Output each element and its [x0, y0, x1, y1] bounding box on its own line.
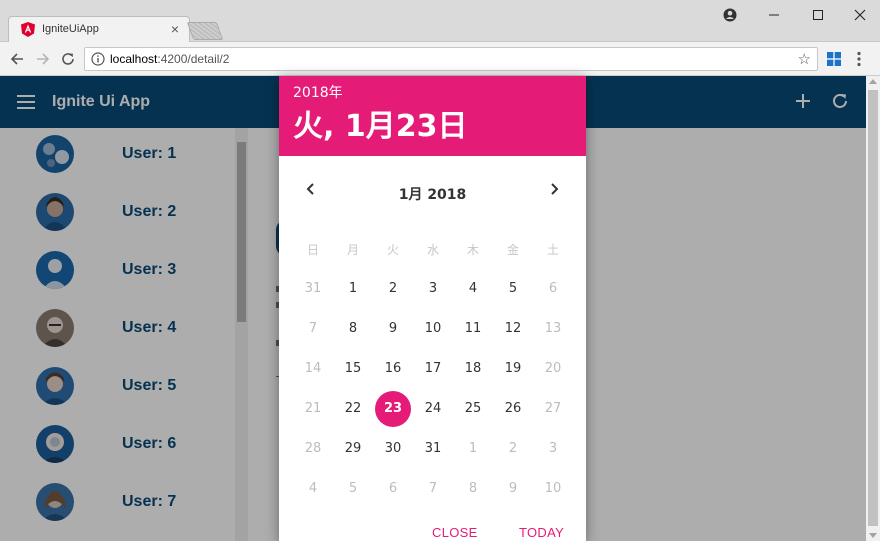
- reload-icon: [62, 53, 74, 65]
- calendar-day[interactable]: 3: [535, 431, 571, 467]
- new-tab-button[interactable]: [186, 22, 224, 40]
- tab-title: IgniteUiApp: [42, 23, 99, 35]
- calendar-day[interactable]: 17: [415, 351, 451, 387]
- calendar-day[interactable]: 4: [295, 471, 331, 507]
- calendar-day[interactable]: 31: [415, 431, 451, 467]
- calendar-day[interactable]: 27: [535, 391, 571, 427]
- calendar-day[interactable]: 14: [295, 351, 331, 387]
- date-picker-dialog: 2018年 火, 1月23日 1月 2018 日 月 火 水 木 金 土 31 1…: [279, 76, 586, 541]
- maximize-icon: [813, 10, 823, 20]
- windows-extension-icon[interactable]: [827, 52, 841, 66]
- maximize-button[interactable]: [796, 0, 840, 30]
- scroll-down-icon[interactable]: [869, 533, 877, 538]
- calendar-day[interactable]: 12: [495, 311, 531, 347]
- calendar-day[interactable]: 3: [415, 271, 451, 307]
- browser-toolbar: localhost:4200/detail/2 ☆: [0, 42, 880, 76]
- calendar-day[interactable]: 30: [375, 431, 411, 467]
- url-path: :4200/detail/2: [157, 52, 230, 66]
- calendar-day[interactable]: 1: [335, 271, 371, 307]
- date-picker-header: 2018年 火, 1月23日: [279, 76, 586, 156]
- calendar-day[interactable]: 16: [375, 351, 411, 387]
- title-bar: IgniteUiApp ×: [0, 0, 880, 43]
- forward-button[interactable]: [32, 48, 54, 70]
- calendar-day[interactable]: 7: [295, 311, 331, 347]
- page-scrollbar[interactable]: [866, 76, 880, 541]
- arrow-left-icon: [10, 53, 23, 65]
- back-button[interactable]: [6, 48, 28, 70]
- calendar-day[interactable]: 7: [415, 471, 451, 507]
- calendar-day[interactable]: 21: [295, 391, 331, 427]
- weekday-label: 火: [386, 243, 399, 257]
- calendar-day[interactable]: 24: [415, 391, 451, 427]
- reload-button[interactable]: [57, 48, 79, 70]
- weekday-label: 水: [426, 243, 439, 257]
- angular-icon: [21, 22, 35, 37]
- scroll-up-icon[interactable]: [869, 79, 877, 84]
- browser-tab[interactable]: IgniteUiApp ×: [8, 16, 190, 43]
- weekday-label: 土: [546, 243, 559, 257]
- window-close-button[interactable]: [838, 0, 880, 30]
- calendar-day[interactable]: 5: [335, 471, 371, 507]
- minimize-icon: [769, 14, 779, 16]
- calendar-day[interactable]: 10: [415, 311, 451, 347]
- arrow-right-icon: [37, 53, 50, 65]
- picker-selected-date: 火, 1月23日: [293, 109, 468, 144]
- close-icon: [854, 9, 866, 21]
- calendar-day[interactable]: 28: [295, 431, 331, 467]
- profile-icon[interactable]: [708, 0, 752, 30]
- calendar-day[interactable]: 8: [335, 311, 371, 347]
- calendar-day[interactable]: 9: [375, 311, 411, 347]
- tab-close-icon[interactable]: ×: [171, 21, 179, 37]
- url-text: localhost:4200/detail/2: [110, 52, 229, 66]
- calendar-day[interactable]: 25: [455, 391, 491, 427]
- weekday-label: 日: [306, 243, 319, 257]
- calendar-day[interactable]: 6: [375, 471, 411, 507]
- calendar-day[interactable]: 29: [335, 431, 371, 467]
- menu-dots-icon[interactable]: [856, 51, 862, 67]
- month-label[interactable]: 1月 2018: [279, 184, 586, 204]
- page-scroll-thumb[interactable]: [868, 90, 878, 526]
- calendar-day[interactable]: 1: [455, 431, 491, 467]
- today-button[interactable]: TODAY: [519, 525, 564, 540]
- weekday-label: 月: [346, 243, 359, 257]
- calendar-day[interactable]: 2: [375, 271, 411, 307]
- calendar-day[interactable]: 9: [495, 471, 531, 507]
- url-host: localhost: [110, 52, 158, 66]
- browser-window: IgniteUiApp × localhost:4200/detail/2 ☆ …: [0, 0, 880, 541]
- calendar-day[interactable]: 13: [535, 311, 571, 347]
- calendar-day[interactable]: 31: [295, 271, 331, 307]
- calendar-day[interactable]: 6: [535, 271, 571, 307]
- calendar-day[interactable]: 10: [535, 471, 571, 507]
- calendar-day[interactable]: 4: [455, 271, 491, 307]
- weekday-label: 金: [506, 243, 519, 257]
- calendar-day[interactable]: 20: [535, 351, 571, 387]
- calendar-day[interactable]: 15: [335, 351, 371, 387]
- bookmark-star-icon[interactable]: ☆: [798, 50, 811, 68]
- weekday-label: 木: [466, 243, 479, 257]
- calendar-day-selected[interactable]: 23: [375, 391, 411, 427]
- info-icon[interactable]: [91, 52, 105, 66]
- calendar-day[interactable]: 5: [495, 271, 531, 307]
- calendar-day[interactable]: 8: [455, 471, 491, 507]
- calendar-day[interactable]: 18: [455, 351, 491, 387]
- chevron-right-icon[interactable]: [547, 182, 561, 196]
- calendar-day[interactable]: 26: [495, 391, 531, 427]
- address-bar[interactable]: localhost:4200/detail/2 ☆: [84, 47, 818, 71]
- close-button[interactable]: CLOSE: [432, 525, 478, 540]
- picker-year[interactable]: 2018年: [293, 82, 343, 102]
- calendar-day[interactable]: 19: [495, 351, 531, 387]
- calendar-day[interactable]: 11: [455, 311, 491, 347]
- calendar-day[interactable]: 22: [335, 391, 371, 427]
- minimize-button[interactable]: [752, 0, 796, 30]
- calendar-day[interactable]: 2: [495, 431, 531, 467]
